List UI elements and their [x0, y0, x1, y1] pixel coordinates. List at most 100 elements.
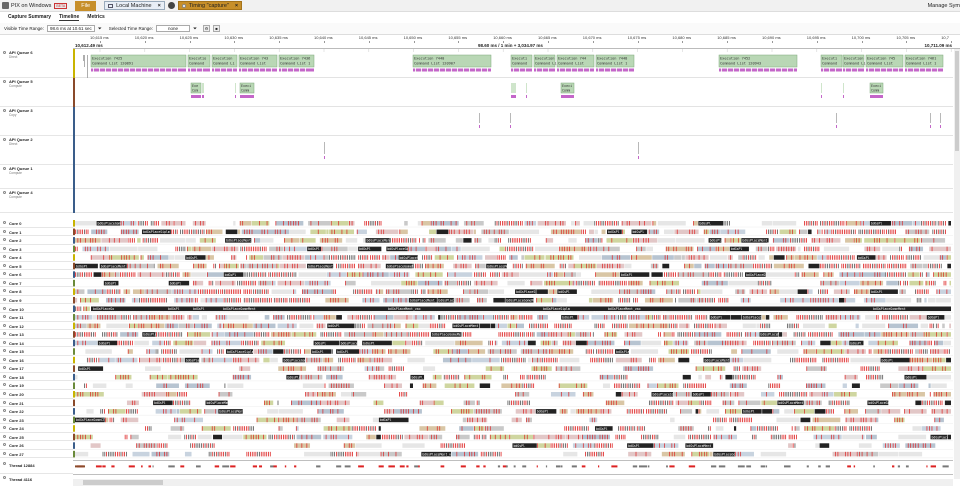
visible-range-field[interactable]: 98.6 ms at 10.61 sec [46, 25, 95, 32]
tab-timeline[interactable]: Timeline [59, 14, 80, 21]
core-lane-label[interactable]: Core 2 [0, 236, 73, 245]
core-lane-label[interactable]: Core 13 [0, 330, 73, 339]
settings-button[interactable]: ⚙ [203, 25, 211, 32]
expand-icon[interactable] [3, 443, 6, 447]
expand-icon[interactable] [3, 462, 6, 466]
core-lane-label[interactable]: Core 7 [0, 279, 73, 288]
core-lane-label[interactable]: Core 12 [0, 322, 73, 331]
queue-lane-label[interactable]: API Queue 6 Direct [0, 49, 73, 78]
expand-icon[interactable] [3, 340, 6, 344]
expand-icon[interactable] [3, 357, 6, 361]
queue-lane-label[interactable]: API Queue 1 Compute [0, 165, 73, 189]
core-lane-label[interactable]: Core 5 [0, 262, 73, 271]
expand-icon[interactable] [3, 315, 6, 319]
context-switch-mark [660, 323, 662, 329]
expand-icon[interactable] [3, 263, 6, 267]
time-ruler[interactable]: 10,612.49 ms 98.60 ms / 1 min + 3,034.97… [73, 35, 960, 49]
thread-lane-label[interactable]: Thread 4116 [0, 474, 73, 487]
expand-icon[interactable] [3, 451, 6, 455]
expand-icon[interactable] [3, 138, 6, 141]
expand-icon[interactable] [3, 392, 6, 395]
core-lane-label[interactable]: Core 1 [0, 228, 73, 237]
expand-icon[interactable] [3, 280, 6, 284]
core-lane-label[interactable]: Core 26 [0, 441, 73, 450]
expand-icon[interactable] [3, 332, 6, 336]
expand-icon[interactable] [3, 476, 6, 480]
core-lane-label[interactable]: Core 8 [0, 287, 73, 296]
expand-icon[interactable] [3, 289, 6, 293]
selected-range-field[interactable]: none [156, 25, 191, 32]
core-lane-label[interactable]: Core 19 [0, 381, 73, 390]
core-lane-label[interactable]: Core 22 [0, 407, 73, 416]
queue-lane-label[interactable]: API Queue 3 Copy [0, 107, 73, 136]
core-lane-label[interactable]: Core 16 [0, 356, 73, 365]
delete-button[interactable]: ■ [213, 25, 221, 32]
expand-icon[interactable] [3, 349, 6, 353]
queue-lane-label[interactable]: API Queue 5 Compute [0, 78, 73, 107]
cpu-tick [559, 323, 561, 329]
expand-icon[interactable] [3, 272, 6, 276]
core-lane-label[interactable]: Core 17 [0, 364, 73, 373]
close-icon[interactable]: × [235, 3, 238, 9]
core-lane-label[interactable]: Core 23 [0, 416, 73, 425]
queue-lane-label[interactable]: API Queue 2 Direct [0, 136, 73, 165]
core-lane-label[interactable]: Core 27 [0, 450, 73, 459]
core-lane-label[interactable]: Core 25 [0, 433, 73, 442]
expand-icon[interactable] [3, 374, 6, 378]
expand-icon[interactable] [3, 109, 6, 112]
close-icon[interactable]: × [158, 3, 161, 9]
file-tab[interactable]: File [75, 0, 97, 11]
core-lane-label[interactable]: Core 21 [0, 399, 73, 408]
thread-lane-label[interactable]: Thread 12884 [0, 460, 73, 475]
connection-tab[interactable]: Local Machine × [104, 1, 165, 10]
core-lane-label[interactable]: Core 10 [0, 305, 73, 314]
tab-capture-summary[interactable]: Capture Summary [8, 14, 51, 20]
queue-lane-label[interactable]: API Queue 4 Compute [0, 189, 73, 213]
core-lane-label[interactable]: Core 4 [0, 253, 73, 262]
core-lane-label[interactable]: Core 9 [0, 296, 73, 305]
capture-tab[interactable]: Timing "capture" × [177, 1, 243, 10]
core-lane-label[interactable]: Core 3 [0, 245, 73, 254]
expand-icon[interactable] [3, 306, 6, 310]
filter-icon[interactable]: ⏷ [98, 26, 102, 32]
expand-icon[interactable] [3, 246, 6, 250]
expand-icon[interactable] [3, 221, 6, 224]
expand-icon[interactable] [3, 426, 6, 430]
gear-icon[interactable] [167, 2, 175, 9]
core-lane-label[interactable]: Core 0 [0, 219, 73, 228]
expand-icon[interactable] [3, 409, 6, 413]
core-lane-label[interactable]: Core 24 [0, 424, 73, 433]
expand-icon[interactable] [3, 323, 6, 327]
expand-icon[interactable] [3, 229, 6, 233]
timeline-tracks[interactable]: Execution 7425Command List 120891Executi… [73, 49, 953, 478]
expand-icon[interactable] [3, 383, 6, 387]
filter-icon[interactable]: ⏷ [193, 26, 197, 32]
expand-icon[interactable] [3, 191, 6, 194]
core-lane-label[interactable]: Core 14 [0, 339, 73, 348]
expand-icon[interactable] [3, 417, 6, 421]
expand-icon[interactable] [3, 434, 6, 438]
cpu-slice [462, 417, 467, 423]
cpu-tick [618, 280, 620, 286]
cpu-tick [177, 246, 179, 252]
expand-icon[interactable] [3, 51, 6, 54]
expand-icon[interactable] [3, 297, 6, 301]
manage-symbols-link[interactable]: Manage Sym [928, 3, 960, 9]
expand-icon[interactable] [3, 167, 6, 170]
expand-icon[interactable] [3, 80, 6, 83]
cpu-tick [688, 332, 690, 337]
core-lane-label[interactable]: Core 15 [0, 347, 73, 356]
expand-icon[interactable] [3, 238, 6, 242]
expand-icon[interactable] [3, 400, 6, 404]
cpu-slice-label: bdGsPl [328, 324, 340, 328]
core-lane-label[interactable]: Core 6 [0, 270, 73, 279]
expand-icon[interactable] [3, 366, 6, 370]
expand-icon[interactable] [3, 255, 6, 259]
gpu-activity-gap [793, 68, 794, 72]
tab-metrics[interactable]: Metrics [87, 14, 105, 20]
core-lane-label[interactable]: Core 11 [0, 313, 73, 322]
core-lane-label[interactable]: Core 18 [0, 373, 73, 382]
cpu-slice [238, 366, 251, 371]
core-lane-label[interactable]: Core 20 [0, 390, 73, 399]
context-switch-mark [294, 332, 296, 337]
